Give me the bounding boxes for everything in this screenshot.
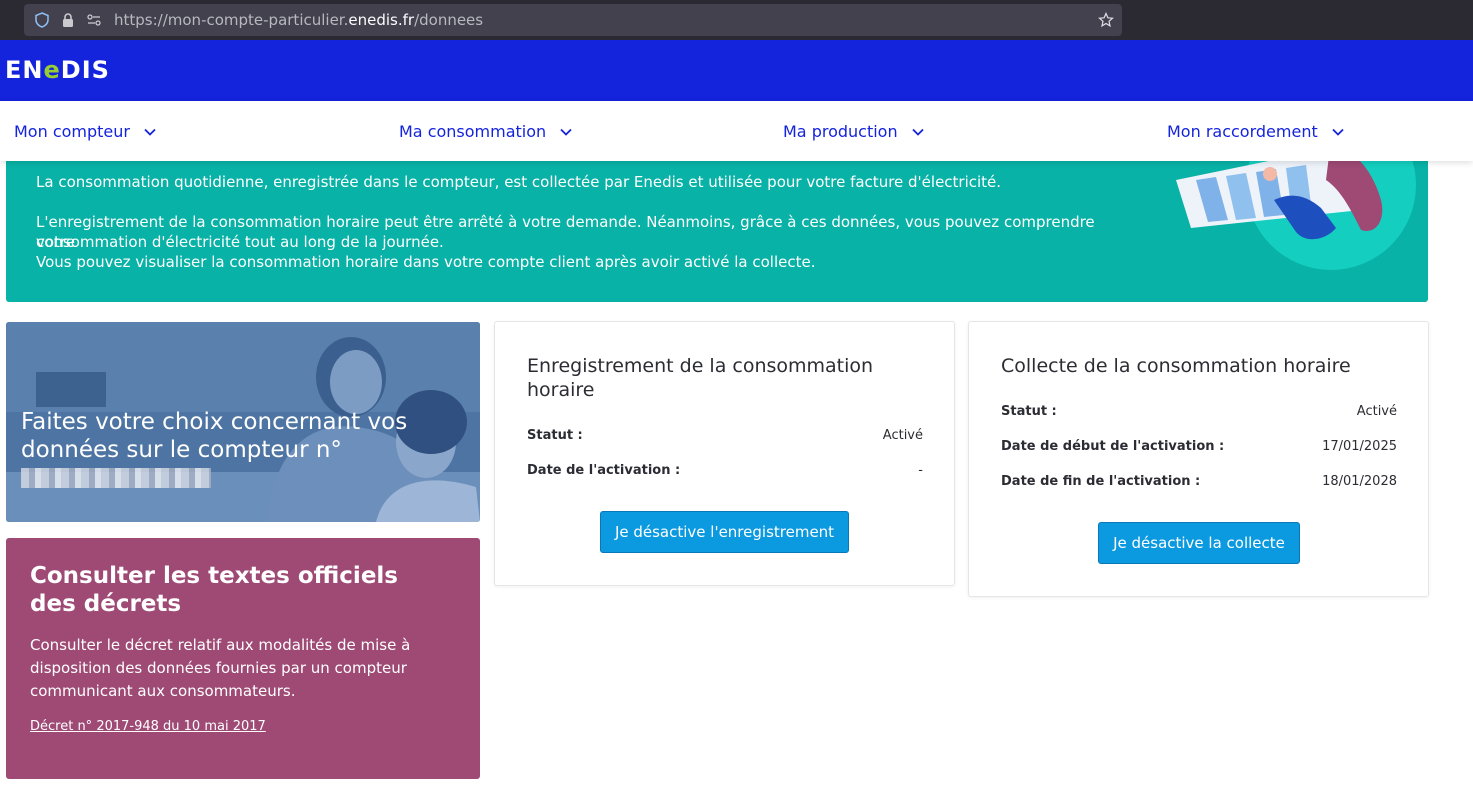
collect-end-row: Date de fin de l'activation : 18/01/2028 — [1001, 474, 1397, 489]
collect-card: Collecte de la consommation horaire Stat… — [968, 321, 1429, 597]
collect-start-label: Date de début de l'activation : — [1001, 439, 1225, 454]
banner-text-daily: La consommation quotidienne, enregistrée… — [36, 173, 1002, 191]
meter-number-redacted — [21, 468, 211, 488]
official-texts-title: Consulter les textes officiels des décre… — [30, 563, 398, 617]
collect-status-row: Statut : Activé — [1001, 404, 1397, 419]
shield-icon[interactable] — [34, 12, 50, 28]
meter-choice-card[interactable]: Faites votre choix concernant vos donnée… — [6, 322, 480, 522]
collect-start-row: Date de début de l'activation : 17/01/20… — [1001, 439, 1397, 454]
collect-status-value: Activé — [1356, 404, 1397, 419]
banner-text-hourly-line3: Vous pouvez visualiser la consommation h… — [36, 253, 816, 271]
chevron-down-icon — [144, 128, 156, 136]
collect-start-value: 17/01/2025 — [1322, 439, 1397, 454]
lock-icon[interactable] — [60, 12, 76, 28]
banner-text-hourly-line2: consommation d'électricité tout au long … — [36, 233, 444, 251]
star-icon[interactable] — [1098, 12, 1114, 28]
collect-card-title: Collecte de la consommation horaire — [1001, 355, 1351, 377]
info-banner: La consommation quotidienne, enregistrée… — [6, 140, 1428, 302]
collect-status-label: Statut : — [1001, 404, 1057, 419]
nav-mon-compteur[interactable]: Mon compteur — [14, 122, 156, 141]
url-text[interactable]: https://mon-compte-particulier.enedis.fr… — [114, 11, 483, 29]
browser-toolbar: https://mon-compte-particulier.enedis.fr… — [0, 0, 1473, 40]
nav-label: Ma production — [783, 122, 898, 141]
nav-label: Ma consommation — [399, 122, 547, 141]
recording-status-value: Activé — [882, 428, 923, 443]
permissions-icon[interactable] — [86, 12, 102, 28]
nav-ma-consommation[interactable]: Ma consommation — [399, 122, 572, 141]
official-texts-card: Consulter les textes officiels des décre… — [6, 538, 480, 779]
site-header: ENeDIS — [0, 40, 1473, 101]
nav-mon-raccordement[interactable]: Mon raccordement — [1167, 122, 1344, 141]
recording-card-title: Enregistrement de la consommation horair… — [527, 355, 874, 401]
chevron-down-icon — [560, 128, 572, 136]
recording-activation-value: - — [918, 463, 923, 478]
recording-activation-row: Date de l'activation : - — [527, 463, 923, 478]
collect-end-value: 18/01/2028 — [1322, 474, 1397, 489]
recording-status-row: Statut : Activé — [527, 428, 923, 443]
decree-link[interactable]: Décret n° 2017-948 du 10 mai 2017 — [30, 719, 266, 734]
official-texts-description: Consulter le décret relatif aux modalité… — [30, 636, 411, 700]
chevron-down-icon — [911, 128, 924, 136]
deactivate-recording-button[interactable]: Je désactive l'enregistrement — [600, 511, 849, 553]
recording-status-label: Statut : — [527, 428, 583, 443]
recording-activation-label: Date de l'activation : — [527, 463, 681, 478]
deactivate-collect-button[interactable]: Je désactive la collecte — [1098, 522, 1300, 564]
nav-ma-production[interactable]: Ma production — [783, 122, 924, 141]
recording-card: Enregistrement de la consommation horair… — [494, 321, 955, 586]
collect-end-label: Date de fin de l'activation : — [1001, 474, 1201, 489]
url-bar[interactable]: https://mon-compte-particulier.enedis.fr… — [24, 4, 1122, 36]
enedis-logo[interactable]: ENeDIS — [5, 56, 110, 84]
meter-choice-title: Faites votre choix concernant vos donnée… — [21, 408, 441, 492]
main-navigation: Mon compteur Ma consommation Ma producti… — [0, 101, 1473, 161]
nav-label: Mon raccordement — [1167, 122, 1318, 141]
chart-illustration — [1176, 140, 1416, 270]
nav-label: Mon compteur — [14, 122, 130, 141]
chevron-down-icon — [1332, 128, 1344, 136]
